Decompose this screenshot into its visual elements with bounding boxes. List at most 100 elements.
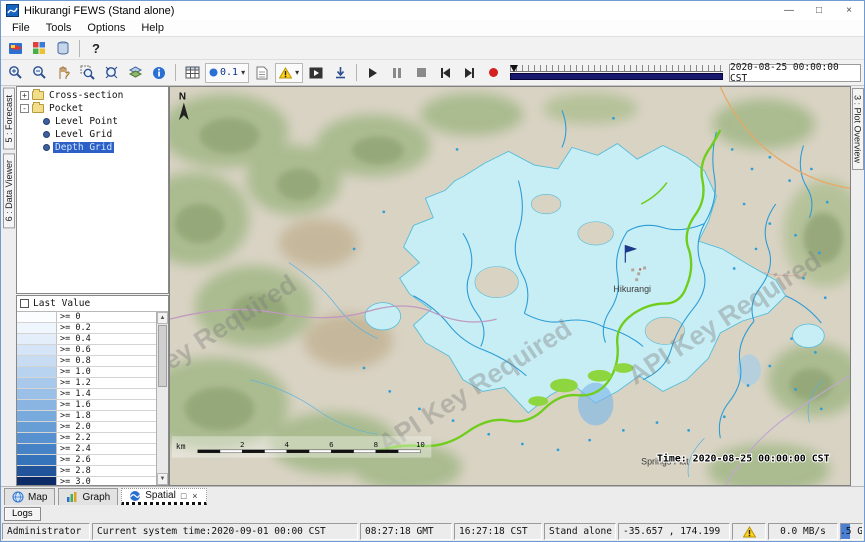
legend-swatch [17,400,57,410]
menu-options[interactable]: Options [79,22,133,34]
tree-leaf-depth-grid[interactable]: Depth Grid [17,141,168,154]
zoom-box-icon[interactable] [76,63,98,83]
close-button[interactable]: × [834,1,864,20]
tab-forecast[interactable]: 5 : Forecast [3,88,15,150]
legend-row: >= 0.4 [17,334,156,345]
status-bar: Administrator Current system time:2020-0… [1,522,864,541]
tab-plot-overview[interactable]: 3 : Plot Overview [852,88,864,170]
legend-swatch [17,356,57,366]
tree-node-label[interactable]: Level Grid [53,129,114,140]
legend-scrollbar[interactable]: ▲ ▼ [156,312,168,485]
scroll-up-icon[interactable]: ▲ [157,312,168,324]
map-display-icon[interactable] [28,38,50,58]
tree-leaf-level-point[interactable]: Level Point [17,115,168,128]
tree-leaf-level-grid[interactable]: Level Grid [17,128,168,141]
collapse-icon[interactable]: - [20,104,29,113]
legend-value: >= 1.2 [57,378,91,388]
panel-close-icon[interactable]: × [191,491,198,501]
tree-node-label[interactable]: Level Point [53,116,120,127]
legend-row: >= 2.6 [17,455,156,466]
layer-icon [43,118,50,125]
scale-tick: 2 [240,440,244,449]
last-value-checkbox[interactable] [20,299,29,308]
maximize-button[interactable]: □ [804,1,834,20]
map-toolbar: 0.1 ▾ ▾ 2020-08-25 00:00:00 CST [1,60,864,86]
map-canvas[interactable]: Hikurangi Springs Flat API Key Required … [170,87,850,485]
legend-value: >= 0.8 [57,356,91,366]
explorer-icon[interactable] [4,38,26,58]
legend-value: >= 2.6 [57,455,91,465]
info-icon[interactable] [148,63,170,83]
scroll-down-icon[interactable]: ▼ [157,473,168,485]
help-button[interactable]: ? [85,38,107,58]
tab-map[interactable]: Map [4,488,55,505]
skip-start-button[interactable] [434,63,456,83]
tab-graph[interactable]: Graph [58,488,118,505]
layer-icon [43,131,50,138]
zoom-in-icon[interactable] [4,63,26,83]
download-icon[interactable] [329,63,351,83]
tree-node-label[interactable]: Pocket [47,103,85,114]
legend-row: >= 2.8 [17,466,156,477]
zoom-out-icon[interactable] [28,63,50,83]
document-icon[interactable] [251,63,273,83]
panel-maximize-icon[interactable]: □ [180,491,187,501]
tab-spatial[interactable]: Spatial □ × [121,488,206,505]
time-slider-handle[interactable] [510,65,518,72]
legend-swatch [17,312,57,322]
pan-hand-icon[interactable] [52,63,74,83]
time-slider-ticks[interactable] [510,65,723,72]
legend-row: >= 0.2 [17,323,156,334]
animation-export-icon[interactable] [305,63,327,83]
status-warning[interactable] [732,523,766,540]
legend-value: >= 1.4 [57,389,91,399]
tree-node-pocket[interactable]: - Pocket [17,102,168,115]
legend-value: >= 2.4 [57,444,91,454]
class-break-icon [209,68,218,77]
minimize-button[interactable]: — [774,1,804,20]
time-slider[interactable] [510,63,723,83]
pause-button[interactable] [386,63,408,83]
time-span-bar[interactable] [510,73,723,80]
tab-data-viewer[interactable]: 6 : Data Viewer [3,153,15,228]
class-break-combo[interactable]: 0.1 ▾ [205,63,249,83]
scale-tick: 4 [285,440,290,449]
grid-display-icon[interactable] [181,63,203,83]
legend-value: >= 1.0 [57,367,91,377]
scale-unit: km [176,442,186,451]
database-icon[interactable] [52,38,74,58]
warning-threshold-combo[interactable]: ▾ [275,63,303,83]
tree-node-label-selected[interactable]: Depth Grid [53,142,114,153]
skip-end-button[interactable] [458,63,480,83]
menu-tools[interactable]: Tools [38,22,80,34]
legend-value: >= 2.8 [57,466,91,476]
folder-icon [32,91,44,100]
current-time-field[interactable]: 2020-08-25 00:00:00 CST [729,64,861,82]
scale-tick: 6 [329,440,333,449]
scroll-thumb[interactable] [158,325,167,387]
chevron-down-icon: ▾ [295,68,299,77]
logs-row: Logs [1,505,864,522]
record-button[interactable] [482,63,504,83]
warning-icon [279,67,292,79]
expand-icon[interactable]: + [20,91,29,100]
zoom-extent-icon[interactable] [100,63,122,83]
stop-button[interactable] [410,63,432,83]
window-title: Hikurangi FEWS (Stand alone) [24,5,769,17]
folder-icon [32,104,44,113]
play-button[interactable] [362,63,384,83]
class-break-value: 0.1 [220,67,238,78]
status-coordinates: -35.657 , 174.199 [618,523,730,540]
left-tab-strip: 5 : Forecast 6 : Data Viewer [1,86,16,486]
layers-icon[interactable] [124,63,146,83]
map-view[interactable]: Hikurangi Springs Flat API Key Required … [169,86,851,486]
legend-swatch [17,378,57,388]
legend-header: Last Value [17,296,168,312]
menu-file[interactable]: File [4,22,38,34]
legend-row: >= 1.8 [17,411,156,422]
logs-button[interactable]: Logs [4,507,41,521]
tree-node-label[interactable]: Cross-section [47,90,125,101]
legend-swatch [17,323,57,333]
menu-help[interactable]: Help [133,22,172,34]
tree-node-cross-section[interactable]: + Cross-section [17,89,168,102]
